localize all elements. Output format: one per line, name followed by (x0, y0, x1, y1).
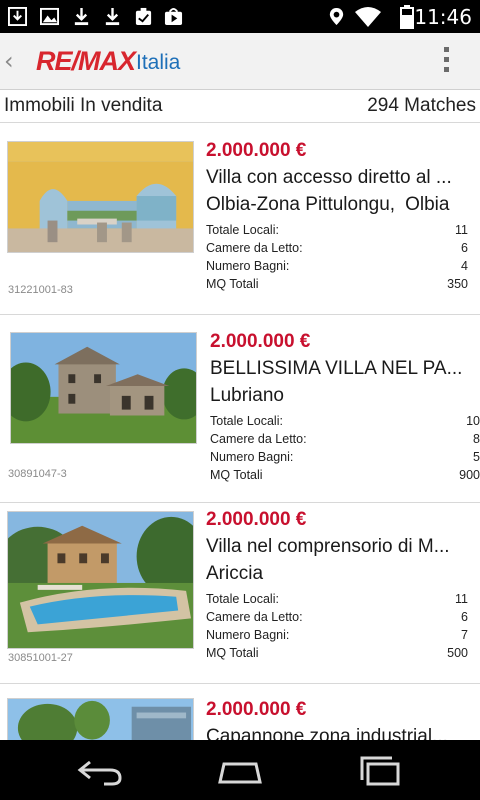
spec-row: MQ Totali 900 (210, 466, 480, 484)
results-title: Immobili In vendita (4, 95, 163, 116)
image-icon (40, 7, 59, 26)
listing-info: 2.000.000 € BELLISSIMA VILLA NEL PA... L… (210, 330, 480, 484)
spec-value: 5 (473, 450, 480, 464)
download-arrow-icon (8, 7, 27, 26)
listing-location: Olbia-Zona Pittulongu, Olbia (206, 191, 468, 219)
spec-row: Numero Bagni: 5 (210, 448, 480, 466)
listing-item[interactable]: 31221001-83 2.000.000 € Villa con access… (0, 124, 480, 315)
match-count: 294 Matches (367, 95, 476, 116)
spec-label: Camere da Letto: (210, 432, 307, 446)
back-icon[interactable] (74, 754, 126, 786)
spec-value: 6 (461, 610, 468, 624)
location-pin-icon (329, 7, 344, 26)
spec-row: Camere da Letto: 8 (210, 430, 480, 448)
clipboard-check-icon (135, 7, 152, 26)
spec-row: Camere da Letto: 6 (206, 608, 468, 626)
listing-zone: Ariccia (206, 563, 264, 584)
listing-item[interactable]: 30851001-27 2.000.000 € Villa nel compre… (0, 504, 480, 684)
listing-photo[interactable] (7, 698, 194, 740)
spec-value: 4 (461, 259, 468, 273)
app-bar: ‹ RE/MAX Italia (0, 33, 480, 90)
spec-value: 350 (447, 277, 468, 291)
listing-title: BELLISSIMA VILLA NEL PA... (210, 358, 463, 379)
spec-value: 900 (459, 468, 480, 482)
listing-item[interactable]: 30891047-3 2.000.000 € BELLISSIMA VILLA … (0, 316, 480, 503)
spec-value: 11 (455, 223, 468, 237)
listing-photo[interactable] (7, 141, 194, 253)
spec-label: MQ Totali (210, 468, 263, 482)
listing-title: Villa con accesso diretto al ... (206, 167, 452, 188)
results-header: Immobili In vendita 294 Matches (0, 90, 480, 123)
listing-price: 2.000.000 € (206, 140, 307, 161)
status-bar: 11:46 (0, 0, 480, 33)
spec-label: Numero Bagni: (210, 450, 294, 464)
listing-price: 2.000.000 € (206, 699, 307, 720)
spec-label: Totale Locali: (206, 223, 279, 237)
download-icon (105, 7, 120, 26)
spec-value: 6 (461, 241, 468, 255)
spec-value: 500 (447, 646, 468, 660)
listing-zone: Olbia-Zona Pittulongu, (206, 194, 396, 215)
spec-row: Numero Bagni: 4 (206, 257, 468, 275)
chevron-left-icon[interactable]: ‹ (4, 47, 14, 75)
listing-photo[interactable] (7, 511, 194, 649)
listing-specs: Totale Locali: 11 Camere da Letto: 6 Numer… (206, 590, 468, 662)
spec-label: Totale Locali: (210, 414, 283, 428)
listing-ref: 31221001-83 (8, 284, 73, 296)
spec-row: Camere da Letto: 6 (206, 239, 468, 257)
listing-price: 2.000.000 € (210, 331, 311, 352)
spec-value: 8 (473, 432, 480, 446)
home-icon[interactable] (214, 754, 266, 786)
listing-ref: 30851001-27 (8, 652, 73, 664)
listing-photo[interactable] (10, 332, 197, 444)
spec-value: 7 (461, 628, 468, 642)
listing-info: 2.000.000 € Villa con accesso diretto al… (206, 139, 468, 293)
logo-brand: RE/MAX (36, 46, 136, 76)
listing-location: Ariccia (206, 560, 468, 588)
listing-price: 2.000.000 € (206, 509, 307, 530)
spec-label: Numero Bagni: (206, 259, 290, 273)
listing-location: Lubriano (210, 382, 472, 410)
spec-label: Numero Bagni: (206, 628, 290, 642)
listing-specs: Totale Locali: 11 Camere da Letto: 6 Numer… (206, 221, 468, 293)
spec-label: Camere da Letto: (206, 610, 303, 624)
spec-row: MQ Totali 500 (206, 644, 468, 662)
spec-row: Totale Locali: 11 (206, 221, 468, 239)
spec-row: Totale Locali: 11 (206, 590, 468, 608)
spec-row: MQ Totali 350 (206, 275, 468, 293)
wifi-icon (355, 7, 381, 27)
battery-icon (400, 5, 414, 29)
listing-info: 2.000.000 € Villa nel comprensorio di M.… (206, 508, 468, 662)
listing-zone: Lubriano (210, 385, 284, 406)
spec-label: Camere da Letto: (206, 241, 303, 255)
spec-label: MQ Totali (206, 646, 259, 660)
spec-value: 10 (466, 414, 480, 428)
listing-specs: Totale Locali: 10 Camere da Letto: 8 Numer… (210, 412, 480, 484)
download-icon (74, 7, 89, 26)
clock: 11:46 (414, 5, 472, 29)
spec-value: 11 (455, 592, 468, 606)
overflow-menu-icon[interactable] (444, 47, 450, 75)
listing-info: 2.000.000 € Capannone zona industrial... (206, 698, 468, 740)
listing-ref: 30891047-3 (8, 468, 67, 480)
spec-row: Totale Locali: 10 (210, 412, 480, 430)
play-store-icon (164, 7, 183, 26)
listing-city: Olbia (405, 194, 450, 215)
system-nav-bar (0, 740, 480, 800)
listing-title: Villa nel comprensorio di M... (206, 536, 450, 557)
logo-country: Italia (136, 51, 181, 74)
spec-label: Totale Locali: (206, 592, 279, 606)
spec-label: MQ Totali (206, 277, 259, 291)
listing-item[interactable]: 2.000.000 € Capannone zona industrial... (0, 685, 480, 740)
recent-apps-icon[interactable] (354, 754, 406, 786)
spec-row: Numero Bagni: 7 (206, 626, 468, 644)
listing-title: Capannone zona industrial... (206, 726, 448, 740)
